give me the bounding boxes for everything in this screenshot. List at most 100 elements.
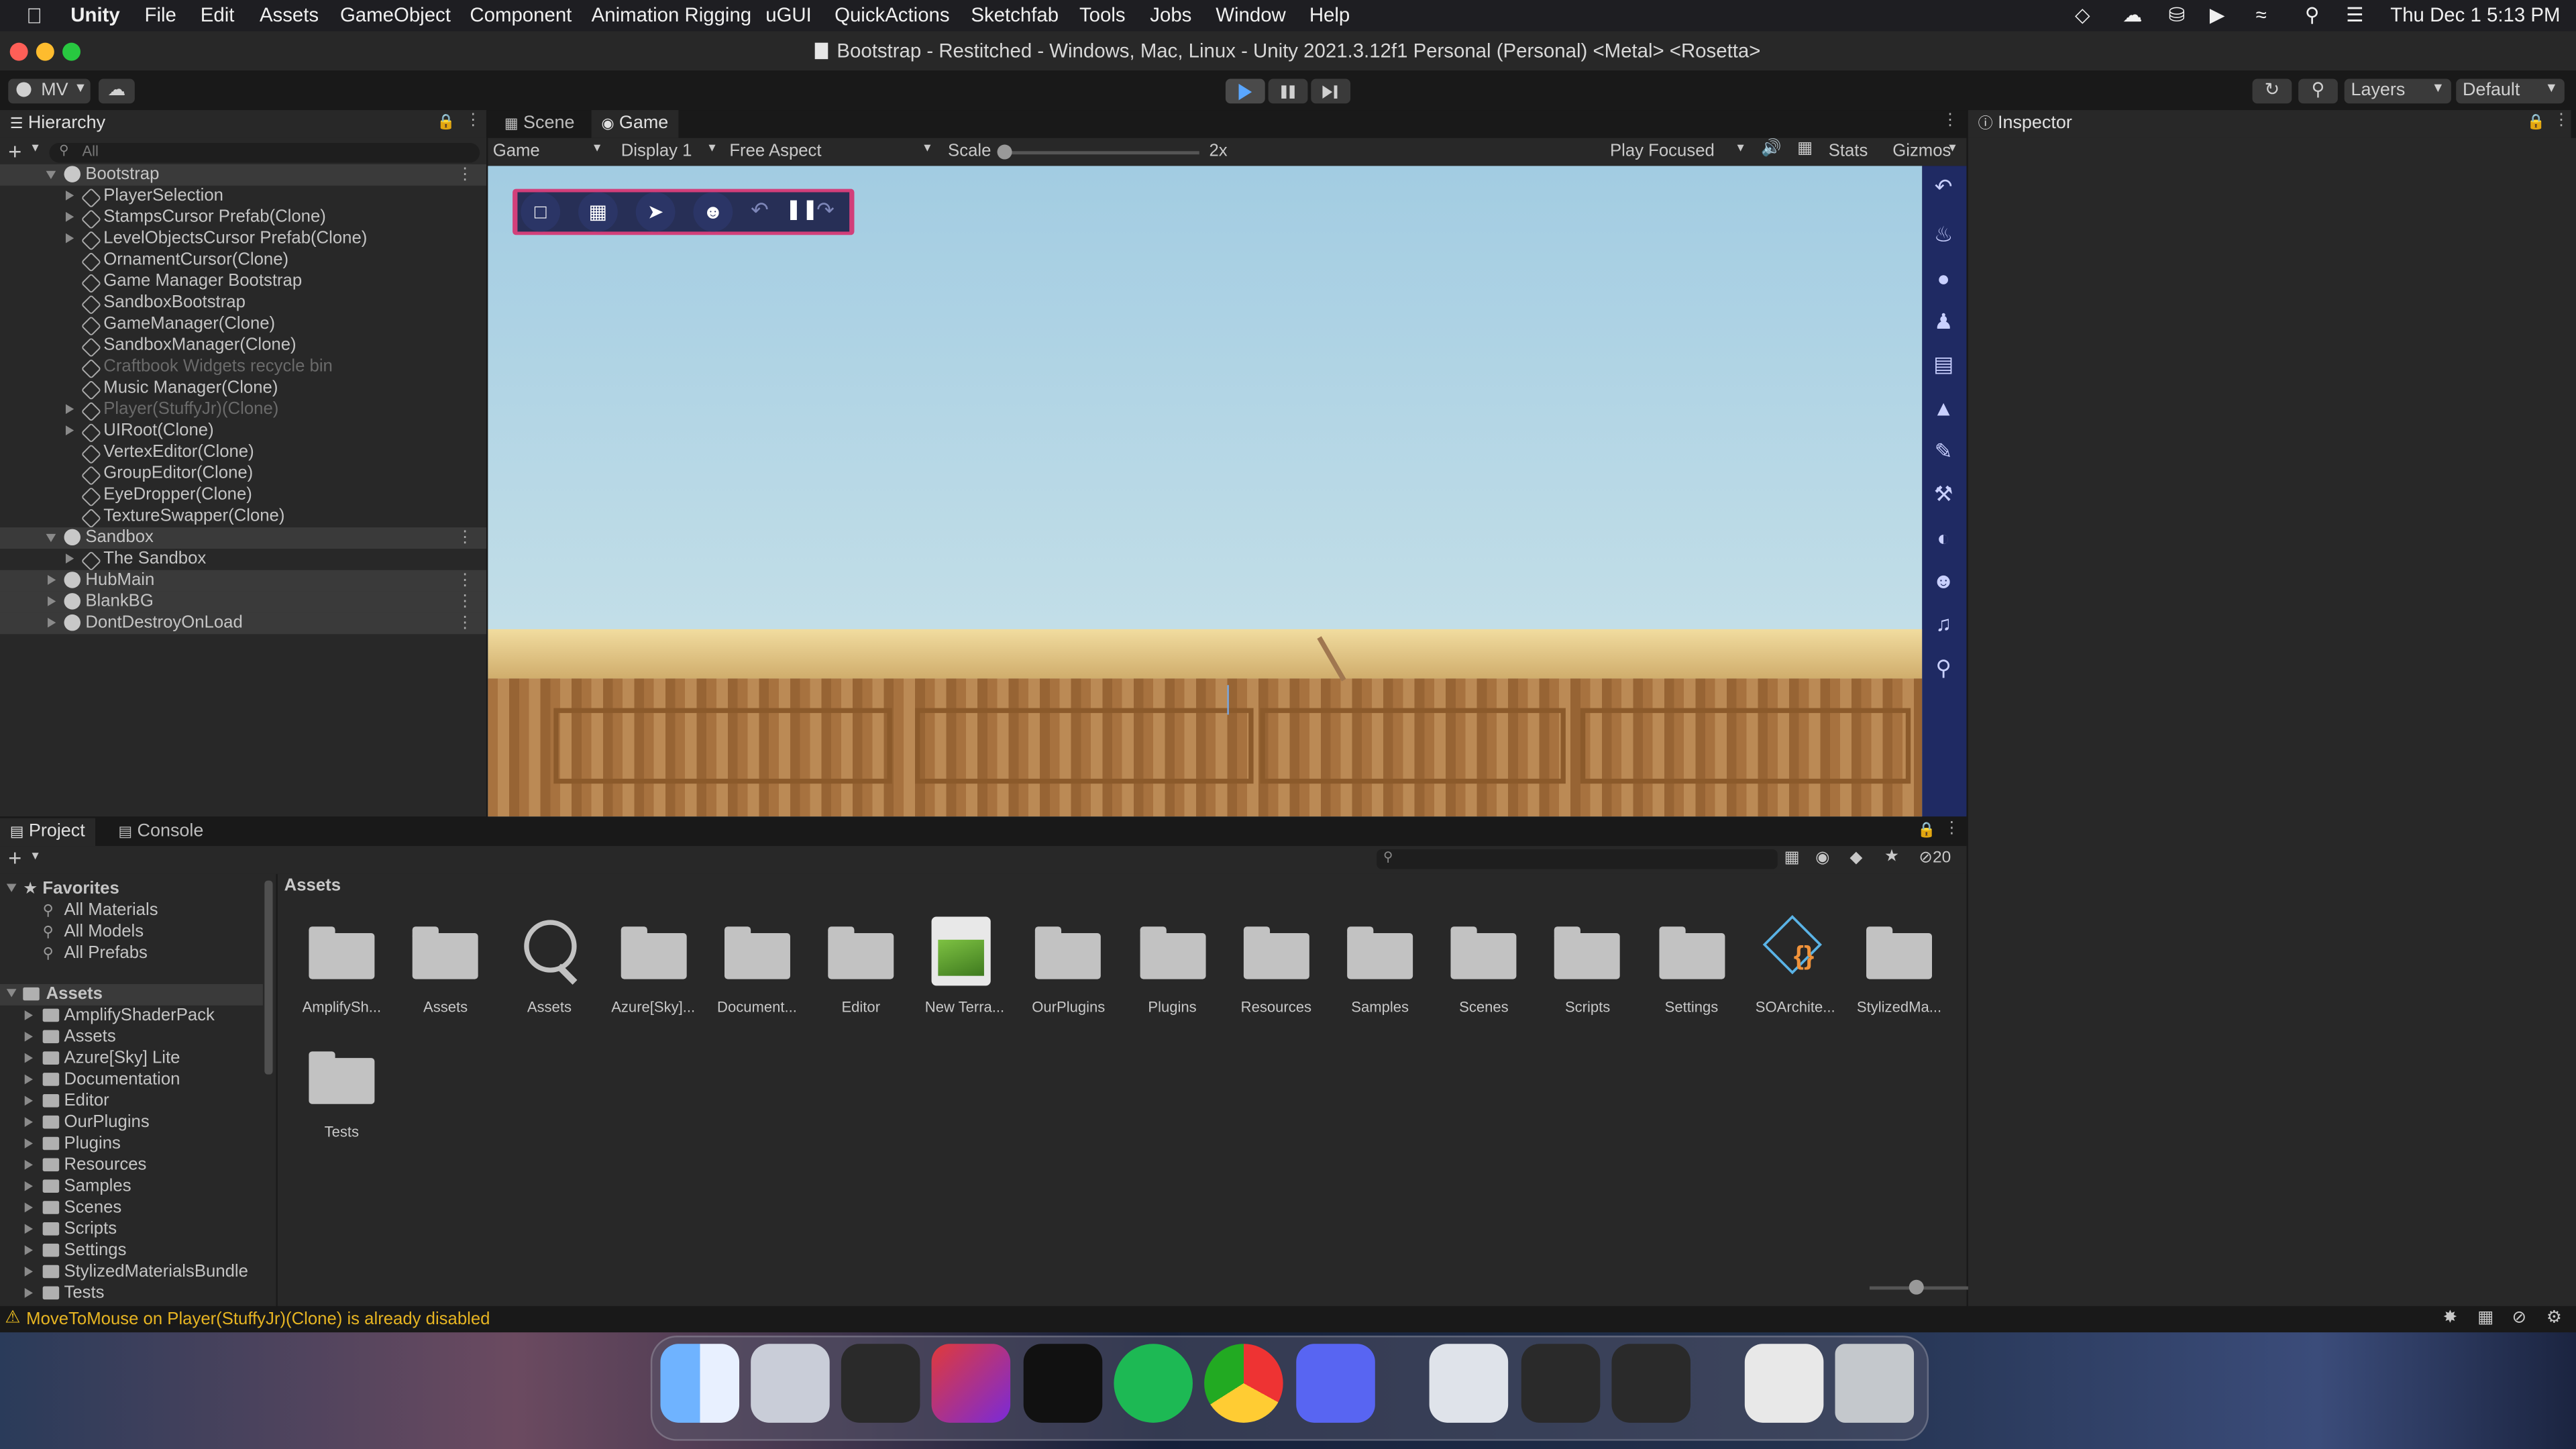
preview-icon[interactable] [1429, 1344, 1509, 1423]
game-mode-dropdown[interactable]: Game ▼ [493, 142, 608, 161]
menu-window[interactable]: Window [1216, 3, 1286, 26]
pause-icon[interactable]: ❚❚ [786, 197, 818, 220]
stamp-icon[interactable]: ♟ [1931, 309, 1957, 335]
row-menu-icon[interactable]: ⋮ [457, 527, 473, 549]
discord-icon[interactable] [1296, 1344, 1375, 1423]
favorites-header[interactable]: ★ Favorites [0, 879, 263, 900]
chevron-right-icon[interactable] [24, 1074, 33, 1085]
settings-icon[interactable]: ⚙ [2546, 1307, 2562, 1327]
tree-scrollbar[interactable] [264, 880, 273, 1075]
menu-edit[interactable]: Edit [201, 3, 235, 26]
menu-quickactions[interactable]: QuickActions [835, 3, 950, 26]
unity-icon-2[interactable] [1611, 1344, 1691, 1423]
asset-item[interactable]: {} SOArchite... [1744, 910, 1846, 1028]
chevron-down-icon[interactable] [46, 170, 56, 179]
image-file-icon[interactable] [1744, 1344, 1824, 1423]
layout-dropdown[interactable]: Default ▼ [2456, 78, 2565, 104]
favorite-item[interactable]: ⚲ All Models [0, 922, 263, 943]
zoom-window-button[interactable] [62, 42, 81, 61]
assets-header[interactable]: Assets [0, 983, 263, 1006]
back-arrow-icon[interactable]: ↶ [1931, 174, 1957, 201]
folder-tree-item[interactable]: Scripts [0, 1219, 263, 1240]
row-menu-icon[interactable]: ⋮ [457, 164, 473, 186]
chevron-down-icon[interactable] [46, 533, 56, 543]
hierarchy-scene-row[interactable]: Sandbox ⋮ [0, 527, 486, 549]
music-note-icon[interactable]: ♫ [1931, 611, 1957, 637]
undo-icon[interactable]: ↶ [751, 197, 769, 223]
apple-icon[interactable]:  [26, 3, 42, 28]
shapes-icon[interactable]: ♨ [1931, 222, 1957, 248]
account-dropdown[interactable]: MV ▼ [8, 78, 91, 104]
audio-icon[interactable]: 🔊 [1761, 140, 1781, 158]
panel-menu-icon[interactable]: ⋮ [465, 112, 481, 130]
icon-size-slider-handle[interactable] [1909, 1279, 1924, 1295]
hierarchy-row[interactable]: The Sandbox [0, 549, 486, 572]
row-menu-icon[interactable]: ⋮ [457, 570, 473, 592]
step-button[interactable] [1311, 78, 1351, 104]
trash-icon[interactable] [1835, 1344, 1915, 1423]
hierarchy-row[interactable]: SandboxBootstrap [0, 292, 486, 315]
network-icon[interactable]: ⊘ [2512, 1307, 2526, 1327]
hierarchy-row[interactable]: GroupEditor(Clone) [0, 464, 486, 486]
folder-tree-item[interactable]: Assets [0, 1027, 263, 1049]
asset-item[interactable]: Azure[Sky]... [602, 910, 704, 1028]
hierarchy-row[interactable]: VertexEditor(Clone) [0, 442, 486, 465]
filter-by-label-icon[interactable]: ◉ [1815, 849, 1829, 867]
star-icon[interactable]: ★ [1884, 848, 1899, 866]
hierarchy-scene-row[interactable]: DontDestroyOnLoad ⋮ [0, 612, 486, 635]
panel-menu-icon[interactable]: ⋮ [2553, 112, 2569, 130]
folder-tree-item[interactable]: Settings [0, 1240, 263, 1262]
folder-tree-item[interactable]: AmplifyShaderPack [0, 1006, 263, 1027]
chevron-right-icon[interactable] [24, 1053, 33, 1063]
spotify-icon[interactable] [1114, 1344, 1193, 1423]
hierarchy-row[interactable]: OrnamentCursor(Clone) [0, 250, 486, 272]
chevron-right-icon[interactable] [48, 617, 56, 628]
icon-size-slider[interactable] [1869, 1279, 1968, 1295]
chevron-right-icon[interactable] [24, 1224, 33, 1234]
hierarchy-search-field[interactable]: ⚲ All [49, 143, 480, 163]
apple-tool-icon[interactable]: ● [1931, 266, 1957, 292]
play-button[interactable] [1225, 78, 1265, 104]
chevron-down-icon[interactable]: ▼ [30, 143, 41, 154]
undo-history-button[interactable]: ↻ [2252, 78, 2292, 104]
chevron-right-icon[interactable] [24, 1181, 33, 1191]
gizmos-toggle[interactable]: Gizmos [1892, 142, 1951, 161]
hierarchy-row[interactable]: GameManager(Clone) [0, 314, 486, 337]
search-by-type-icon[interactable]: ▦ [1784, 849, 1800, 867]
finder-icon[interactable] [660, 1344, 740, 1423]
folder-tree-item[interactable]: Plugins [0, 1134, 263, 1155]
magnifier-icon[interactable]: ⚲ [1931, 655, 1957, 682]
menu-ugui[interactable]: uGUI [765, 3, 812, 26]
asset-item[interactable]: StylizedMa... [1848, 910, 1950, 1028]
display-dropdown[interactable]: Display 1 ▼ [621, 142, 720, 161]
folder-tree-item[interactable]: Editor [0, 1091, 263, 1112]
create-plus-icon[interactable]: + [8, 845, 21, 871]
menubar-clock[interactable]: Thu Dec 1 5:13 PM [2390, 3, 2560, 26]
spotlight-search-icon[interactable]: ⚲ [2305, 3, 2320, 26]
hierarchy-row[interactable]: StampsCursor Prefab(Clone) [0, 207, 486, 230]
folder-tree-item[interactable]: StylizedMaterialsBundle [0, 1262, 263, 1283]
character-tool-button[interactable]: ☻ [693, 192, 733, 232]
hierarchy-row[interactable]: LevelObjectsCursor Prefab(Clone) [0, 228, 486, 252]
chrome-icon[interactable] [1204, 1344, 1283, 1423]
asset-item[interactable]: AmplifySh... [290, 910, 392, 1028]
chevron-right-icon[interactable] [24, 1117, 33, 1128]
favorite-item[interactable]: ⚲ All Materials [0, 900, 263, 922]
hierarchy-scene-row[interactable]: Bootstrap ⋮ [0, 164, 486, 186]
wifi-icon[interactable]: ≈ [2255, 3, 2266, 26]
hierarchy-scene-row[interactable]: BlankBG ⋮ [0, 591, 486, 613]
tab-console[interactable]: ▤ Console [109, 818, 213, 847]
tab-project[interactable]: ▤ Project [0, 818, 95, 847]
hierarchy-row[interactable]: Player(StuffyJr)(Clone) [0, 399, 486, 422]
chevron-down-icon[interactable]: ▼ [1947, 143, 1958, 154]
brush-icon[interactable]: ✎ [1931, 439, 1957, 465]
bear-face-icon[interactable]: ☻ [1931, 568, 1957, 594]
close-window-button[interactable] [9, 42, 28, 61]
shirt-icon[interactable]: ▲ [1931, 396, 1957, 422]
folder-tree-item[interactable]: Samples [0, 1176, 263, 1197]
clipboard-tool-button[interactable]: □ [521, 192, 561, 232]
grid-tool-button[interactable]: ▦ [578, 192, 618, 232]
tab-scene[interactable]: ▦ Scene [494, 110, 584, 138]
hierarchy-row[interactable]: Music Manager(Clone) [0, 378, 486, 400]
menu-assets[interactable]: Assets [260, 3, 319, 26]
